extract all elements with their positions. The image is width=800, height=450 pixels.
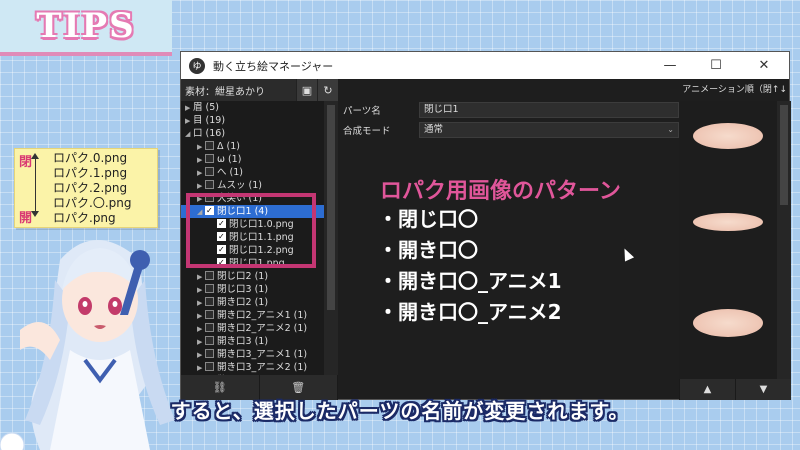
- tree-label: 開き口3_アニメ2 (1): [217, 362, 308, 373]
- tree-checkbox[interactable]: [205, 180, 214, 189]
- tree-checkbox[interactable]: [205, 323, 214, 332]
- part-name-label: パーツ名: [343, 106, 381, 117]
- note-file: ロパク.2.png: [53, 181, 128, 195]
- tree-checkbox[interactable]: [205, 141, 214, 150]
- tree-checkbox[interactable]: [205, 362, 214, 371]
- tree-checkbox[interactable]: [205, 154, 214, 163]
- tree-row[interactable]: ▶ 眉 (5): [181, 101, 324, 114]
- tree-label: へ (1): [217, 167, 243, 178]
- tree-row[interactable]: ▶ ムスッ (1): [181, 179, 324, 192]
- double-arrow-icon: [31, 153, 39, 217]
- tree-row[interactable]: ◢ 口 (16): [181, 127, 324, 140]
- tree-label: 開き口2 (1): [217, 297, 269, 308]
- selection-highlight-box: [186, 193, 316, 268]
- tree-label: 眉 (5): [193, 102, 219, 113]
- tree-checkbox[interactable]: [205, 297, 214, 306]
- tree-checkbox[interactable]: [205, 336, 214, 345]
- tree-label: ω (1): [217, 154, 242, 165]
- refresh-icon[interactable]: ↻: [317, 79, 338, 101]
- window-title: 動く立ち絵マネージャー: [213, 59, 334, 73]
- minimize-button[interactable]: —: [653, 52, 687, 79]
- note-file: ロパク.1.png: [53, 166, 128, 180]
- close-button[interactable]: ✕: [747, 52, 781, 79]
- tree-row[interactable]: ▶ Δ (1): [181, 140, 324, 153]
- tree-scroll-thumb[interactable]: [327, 105, 335, 310]
- note-file-list: ロパク.0.png ロパク.1.png ロパク.2.png ロパク.〇.png …: [53, 151, 131, 226]
- mouth-frame: [693, 123, 763, 149]
- tree-checkbox[interactable]: [205, 349, 214, 358]
- tree-row[interactable]: ▶ へ (1): [181, 166, 324, 179]
- animation-order-label: アニメーション順（閉↑↓開）: [682, 85, 787, 117]
- blend-mode-label: 合成モード: [343, 126, 391, 137]
- animation-preview: [679, 101, 777, 379]
- subtitle-caption: すると、選択したパーツの名前が変更されます。: [170, 399, 630, 423]
- tree-label: Δ (1): [217, 141, 240, 152]
- note-file: ロパク.0.png: [53, 151, 128, 165]
- title-bar: ゆ 動く立ち絵マネージャー — ☐ ✕: [181, 52, 789, 79]
- tree-row[interactable]: ▶ 開き口2 (1): [181, 296, 324, 309]
- mouth-flap-note: 閉 開 ロパク.0.png ロパク.1.png ロパク.2.png ロパク.〇.…: [14, 148, 158, 228]
- tree-label: 開き口2_アニメ1 (1): [217, 310, 308, 321]
- tree-row[interactable]: ▶ ω (1): [181, 153, 324, 166]
- mouth-frame: [693, 213, 763, 231]
- pattern-list: ・閉じ口〇 ・開き口〇 ・開き口〇_アニメ1 ・開き口〇_アニメ2: [378, 204, 562, 328]
- tree-row[interactable]: ▶ 開き口2_アニメ2 (1): [181, 322, 324, 335]
- pattern-item: ・開き口〇_アニメ2: [378, 300, 562, 324]
- tree-row[interactable]: ▶ 開き口2_アニメ1 (1): [181, 309, 324, 322]
- tree-checkbox[interactable]: [205, 284, 214, 293]
- tree-checkbox[interactable]: [205, 167, 214, 176]
- tips-banner: TIPS: [0, 0, 172, 56]
- blend-mode-value: 通常: [424, 124, 444, 135]
- app-icon: ゆ: [189, 57, 205, 74]
- tree-row[interactable]: ▶ 開き口3_アニメ2 (1): [181, 361, 324, 374]
- tips-label: TIPS: [36, 6, 136, 46]
- chevron-down-icon: ⌄: [667, 125, 674, 134]
- material-label: 素材：紲星あかり: [185, 86, 265, 98]
- note-file: ロパク.〇.png: [53, 196, 132, 210]
- maximize-button[interactable]: ☐: [699, 52, 733, 79]
- pattern-item: ・開き口〇_アニメ1: [378, 269, 562, 293]
- material-toolbar: 素材：紲星あかり ▣ ↻: [181, 79, 338, 101]
- pattern-item: ・開き口〇: [378, 238, 478, 262]
- tree-label: 開き口3 (1): [217, 336, 269, 347]
- tree-label: 開き口3_アニメ1 (1): [217, 349, 308, 360]
- tree-label: ムスッ (1): [217, 180, 262, 191]
- part-name-input[interactable]: 閉じ口1: [419, 102, 679, 118]
- blend-mode-select[interactable]: 通常 ⌄: [419, 122, 679, 138]
- tree-label: 目 (19): [193, 115, 226, 126]
- properties-panel: パーツ名 閉じ口1 合成モード 通常 ⌄: [339, 101, 679, 141]
- mouth-frame: [693, 309, 763, 337]
- open-folder-icon[interactable]: ▣: [296, 79, 317, 101]
- tree-row[interactable]: ▶ 開き口3 (1): [181, 335, 324, 348]
- preview-scroll-thumb[interactable]: [780, 105, 788, 205]
- tree-row[interactable]: ▶ 閉じ口3 (1): [181, 283, 324, 296]
- tree-label: 開き口2_アニメ2 (1): [217, 323, 308, 334]
- tree-row[interactable]: ▶ 閉じ口2 (1): [181, 270, 324, 283]
- tree-label: 口 (16): [193, 128, 226, 139]
- tree-label: 閉じ口3 (1): [217, 284, 269, 295]
- tree-checkbox[interactable]: [205, 310, 214, 319]
- tree-scrollbar[interactable]: [324, 101, 338, 375]
- preview-scrollbar[interactable]: [777, 101, 791, 379]
- tree-label: 閉じ口2 (1): [217, 271, 269, 282]
- tree-row[interactable]: ▶ 目 (19): [181, 114, 324, 127]
- overlay-title: ロパク用画像のパターン: [380, 179, 621, 204]
- tree-checkbox[interactable]: [205, 271, 214, 280]
- pattern-item: ・閉じ口〇: [378, 207, 478, 231]
- tree-row[interactable]: ▶ 開き口3_アニメ1 (1): [181, 348, 324, 361]
